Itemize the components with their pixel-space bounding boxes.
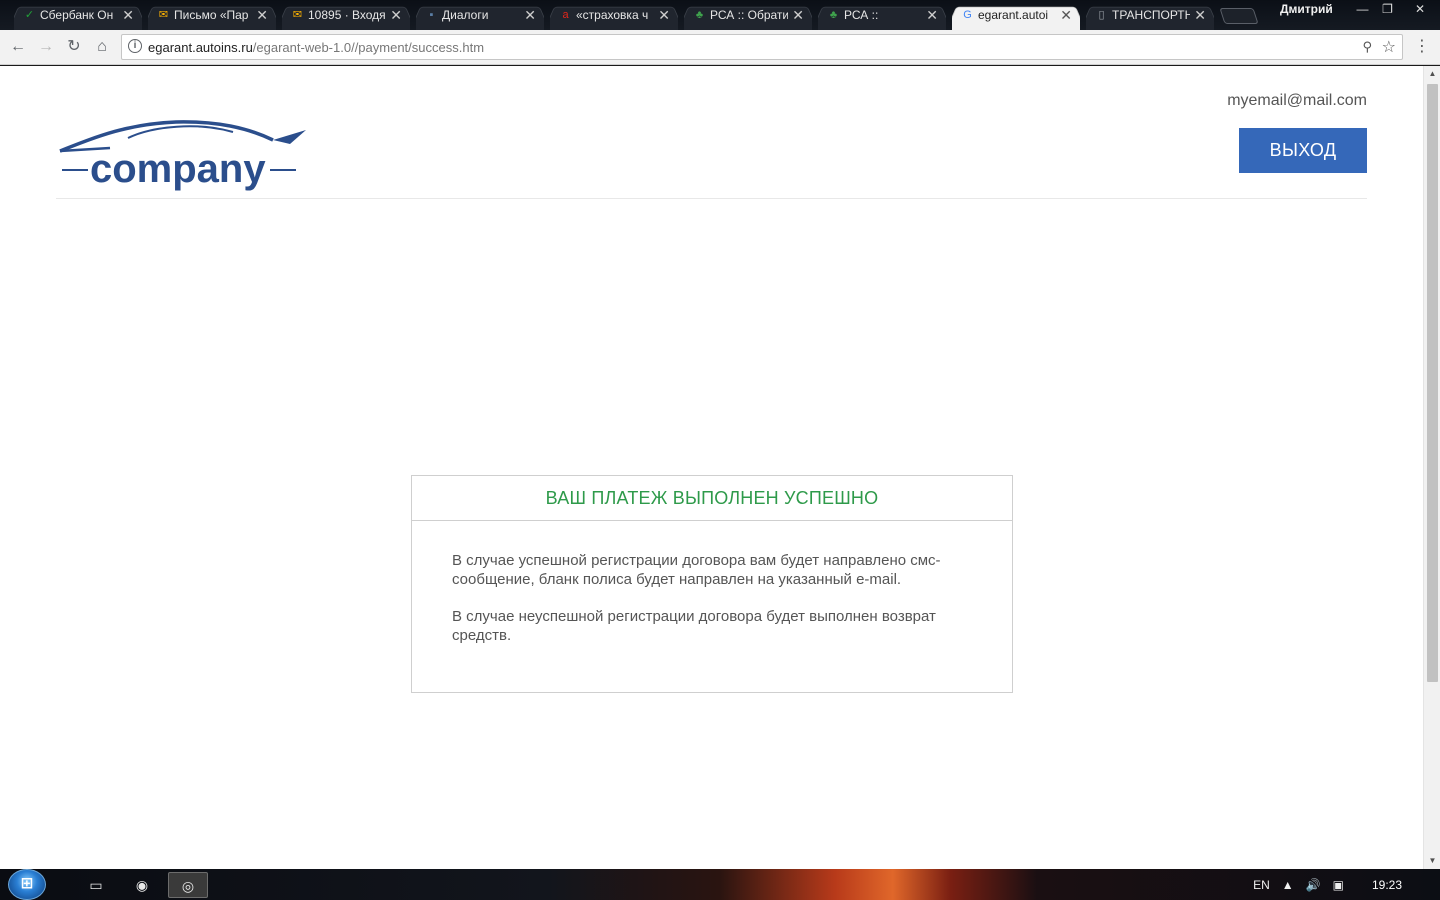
failure-refund-text: В случае неуспешной регистрации договора… (452, 608, 936, 644)
browser-tab[interactable]: ▯ ТРАНСПОРТН ✕ (1086, 2, 1214, 30)
url-domain: egarant.autoins.ru (148, 40, 253, 55)
user-email: myemail@mail.com (1227, 92, 1367, 109)
url-path: /egarant-web-1.0//payment/success.htm (252, 40, 485, 55)
browser-tab[interactable]: ✉ Письмо «Пар ✕ (148, 2, 276, 30)
browser-tab[interactable]: ▪ Диалоги ✕ (416, 2, 544, 30)
document-icon: ▯ (1098, 9, 1105, 21)
google-icon: G (963, 9, 972, 21)
browser-tab[interactable]: ♣ РСА :: Обрати ✕ (684, 2, 812, 30)
network-icon[interactable]: ▣ (1333, 878, 1344, 892)
chrome-taskbar-icon[interactable]: ◎ (168, 872, 208, 898)
volume-icon[interactable]: 🔊 (1306, 878, 1321, 892)
close-tab-icon[interactable]: ✕ (926, 2, 938, 28)
minimize-icon[interactable]: — (1350, 0, 1375, 18)
mail-icon: ✉ (158, 9, 169, 21)
profile-button[interactable]: Дмитрий (1270, 0, 1343, 18)
browser-tab[interactable]: a «страховка ч ✕ (550, 2, 678, 30)
windows-taskbar: ⊞ ▭ ◉ ◎ EN ▲ 🔊 ▣ 19:23 (0, 869, 1440, 900)
rsa-icon: ♣ (829, 9, 838, 21)
page-scrollbar[interactable]: ▲ ▼ (1423, 66, 1440, 869)
close-window-icon[interactable]: ✕ (1400, 0, 1440, 18)
scroll-up-icon[interactable]: ▲ (1424, 66, 1440, 82)
reload-icon[interactable]: ↻ (62, 36, 86, 58)
tab-title: 10895 · Входя (308, 8, 386, 22)
explorer-icon[interactable]: ▭ (76, 872, 116, 898)
chat-icon: ▪ (429, 9, 434, 21)
back-icon[interactable]: ← (6, 36, 30, 58)
rsa-icon: ♣ (695, 9, 704, 21)
close-tab-icon[interactable]: ✕ (1060, 2, 1072, 28)
tabs-container: ✓ Сбербанк Он ✕ ✉ Письмо «Пар ✕ ✉ 10895 · Входя… (0, 0, 1230, 30)
company-logo: company (59, 120, 306, 191)
browser-tab[interactable]: ♣ РСА :: ✕ (818, 2, 946, 30)
browser-tab[interactable]: Gegarant.autoi ✕ (952, 2, 1080, 30)
clock[interactable]: 19:23 (1372, 878, 1402, 892)
payment-success-panel: ВАШ ПЛАТЕЖ ВЫПОЛНЕН УСПЕШНО В случае усп… (411, 475, 1013, 693)
key-icon[interactable]: ⚲ (1362, 39, 1372, 55)
scroll-thumb[interactable] (1427, 84, 1438, 682)
tab-title: Диалоги (442, 8, 489, 22)
tab-title: РСА :: Обрати (710, 8, 788, 22)
la-icon: a (562, 9, 569, 21)
forward-icon[interactable]: → (34, 36, 58, 58)
windows-logo-icon: ⊞ (20, 875, 34, 892)
close-tab-icon[interactable]: ✕ (792, 2, 804, 28)
address-bar[interactable]: i egarant.autoins.ru/egarant-web-1.0//pa… (121, 34, 1403, 60)
site-header: company myemail@mail.com ВЫХОД (56, 66, 1367, 199)
info-icon[interactable]: i (128, 39, 142, 53)
restore-icon[interactable]: ❐ (1375, 0, 1400, 18)
page-viewport: company myemail@mail.com ВЫХОД ВАШ ПЛАТЕ… (0, 66, 1440, 869)
tab-title: Письмо «Пар (174, 8, 249, 22)
browser-tab[interactable]: ✓ Сбербанк Он ✕ (14, 2, 142, 30)
window-controls: — ❐ ✕ (1350, 0, 1440, 20)
language-indicator[interactable]: EN (1253, 878, 1270, 892)
tab-title: РСА :: (844, 8, 879, 22)
logo-text: company (90, 147, 266, 191)
tab-title: egarant.autoi (978, 8, 1049, 22)
mail-icon: ✉ (292, 9, 303, 21)
close-tab-icon[interactable]: ✕ (390, 2, 402, 28)
system-tray: EN ▲ 🔊 ▣ 19:23 (1241, 869, 1440, 900)
close-tab-icon[interactable]: ✕ (256, 2, 268, 28)
tab-title: ТРАНСПОРТН (1112, 8, 1190, 22)
close-tab-icon[interactable]: ✕ (524, 2, 536, 28)
success-registration-text: В случае успешной регистрации договора в… (452, 552, 941, 588)
browser-toolbar: ← → ↻ ⌂ i egarant.autoins.ru/egarant-web… (0, 30, 1440, 65)
tab-title: Сбербанк Он (40, 8, 114, 22)
home-icon[interactable]: ⌂ (90, 36, 114, 58)
start-button[interactable]: ⊞ (8, 869, 46, 900)
scroll-down-icon[interactable]: ▼ (1424, 853, 1440, 869)
close-tab-icon[interactable]: ✕ (1194, 2, 1206, 28)
logout-button[interactable]: ВЫХОД (1239, 128, 1367, 173)
bookmark-star-icon[interactable]: ☆ (1382, 37, 1396, 57)
sberbank-icon: ✓ (24, 9, 35, 21)
update-icon[interactable]: ◉ (122, 872, 162, 898)
tab-title: «страховка ч (576, 8, 649, 22)
url-text[interactable]: egarant.autoins.ru/egarant-web-1.0//paym… (148, 40, 484, 55)
browser-tab-strip: ✓ Сбербанк Он ✕ ✉ Письмо «Пар ✕ ✉ 10895 · Входя… (0, 0, 1440, 30)
panel-body: В случае успешной регистрации договора в… (412, 521, 1012, 645)
close-tab-icon[interactable]: ✕ (658, 2, 670, 28)
browser-tab[interactable]: ✉ 10895 · Входя ✕ (282, 2, 410, 30)
close-tab-icon[interactable]: ✕ (122, 2, 134, 28)
panel-title: ВАШ ПЛАТЕЖ ВЫПОЛНЕН УСПЕШНО (412, 476, 1012, 521)
browser-menu-icon[interactable]: ⋮ (1414, 36, 1430, 58)
tray-expand-icon[interactable]: ▲ (1282, 878, 1294, 892)
